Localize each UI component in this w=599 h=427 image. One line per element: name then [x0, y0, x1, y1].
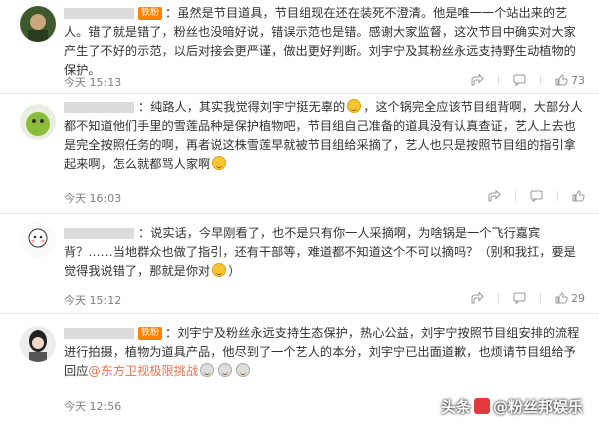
share-button[interactable] [471, 291, 484, 305]
comment-icon [530, 190, 543, 203]
comment-actions: 73 [457, 73, 585, 90]
like-count: 73 [571, 74, 585, 87]
divider [497, 75, 499, 85]
timestamp: 今天 15:13 [64, 76, 122, 89]
comment-meta: 今天 16:03 [64, 189, 585, 206]
username[interactable] [64, 228, 134, 239]
share-icon [488, 189, 501, 202]
avatar[interactable] [20, 104, 56, 140]
thumbs-up-icon [572, 190, 585, 202]
username[interactable] [64, 102, 134, 113]
timestamp: 今天 16:03 [64, 192, 122, 205]
divider [497, 293, 499, 303]
comment-body: ：说实话，今早刚看了，也不是只有你一人采摘啊，为啥锅是一个飞行嘉宾背？……当地群… [64, 224, 585, 281]
comment-button[interactable] [513, 74, 526, 87]
avatar[interactable] [20, 6, 56, 42]
like-button[interactable]: 73 [555, 74, 585, 87]
fan-badge: 铁粉 [138, 327, 163, 340]
thumbs-up-icon [555, 74, 568, 86]
comment-item: 铁粉 ：虽然是节目道具，节目组现在还在装死不澄清。他是唯一一个站出来的艺人。错了就… [0, 0, 599, 94]
share-icon [471, 73, 484, 86]
divider [539, 293, 541, 303]
comment-body: ：纯路人，其实我觉得刘宇宁挺无辜的 ，这个锅完全应该节目组背啊，大部分人都不知道他… [64, 98, 585, 174]
share-button[interactable] [488, 189, 501, 203]
fan-badge: 铁粉 [138, 7, 163, 20]
comment-icon [513, 74, 525, 87]
comment-text: ：纯路人，其实我觉得刘宇宁挺无辜的 [138, 100, 346, 114]
mention-link[interactable]: @东方卫视极限挑战 [88, 364, 198, 378]
laugh-emoji-icon [347, 99, 362, 113]
timestamp: 今天 15:12 [64, 294, 122, 307]
watermark-prefix: 头条 [440, 398, 471, 416]
comment-feed: 铁粉 ：虽然是节目道具，节目组现在还在装死不澄清。他是唯一一个站出来的艺人。错了就… [0, 0, 599, 427]
toutiao-logo-icon [473, 398, 490, 414]
comment-text-cont: ） [228, 264, 241, 278]
divider [515, 191, 516, 201]
username[interactable] [64, 8, 134, 19]
avatar[interactable] [20, 326, 56, 362]
like-count: 29 [571, 292, 585, 305]
comment-body: 铁粉 ：刘宇宁及粉丝永远支持生态保护，热心公益，刘宇宁按照节目组安排的流程进行拍摄… [64, 324, 585, 381]
watermark: 头条 @粉丝邦娱乐 [441, 396, 583, 417]
comment-item: ：说实话，今早刚看了，也不是只有你一人采摘啊，为啥锅是一个飞行嘉宾背？……当地群… [0, 214, 599, 314]
comment-text: ：说实话，今早刚看了，也不是只有你一人采摘啊，为啥锅是一个飞行嘉宾背？……当地群… [64, 226, 576, 278]
cry-emoji-icon [218, 363, 233, 377]
divider [557, 191, 558, 201]
comment-actions [474, 189, 585, 206]
username[interactable] [64, 328, 134, 339]
comment-button[interactable] [530, 190, 543, 203]
share-button[interactable] [471, 73, 484, 87]
like-button[interactable] [572, 190, 585, 203]
divider [539, 75, 541, 85]
comment-meta: 今天 15:12 29 [64, 291, 585, 308]
comment-button[interactable] [513, 292, 526, 305]
comment-item: ：纯路人，其实我觉得刘宇宁挺无辜的 ，这个锅完全应该节目组背啊，大部分人都不知道他… [0, 94, 599, 214]
avatar[interactable] [20, 222, 56, 258]
laugh-emoji-icon [212, 156, 227, 170]
handshake-emoji-icon [212, 263, 227, 277]
cry-emoji-icon [236, 363, 251, 377]
comment-icon [513, 292, 525, 305]
comment-body: 铁粉 ：虽然是节目道具，节目组现在还在装死不澄清。他是唯一一个站出来的艺人。错了就… [64, 4, 585, 80]
timestamp: 今天 12:56 [64, 400, 122, 413]
share-icon [471, 291, 484, 304]
like-button[interactable]: 29 [555, 292, 585, 305]
comment-meta: 今天 15:13 73 [64, 73, 585, 90]
comment-actions: 29 [457, 291, 585, 308]
thumbs-up-icon [555, 292, 568, 304]
watermark-account: @粉丝邦娱乐 [492, 398, 583, 416]
cry-emoji-icon [200, 363, 215, 377]
